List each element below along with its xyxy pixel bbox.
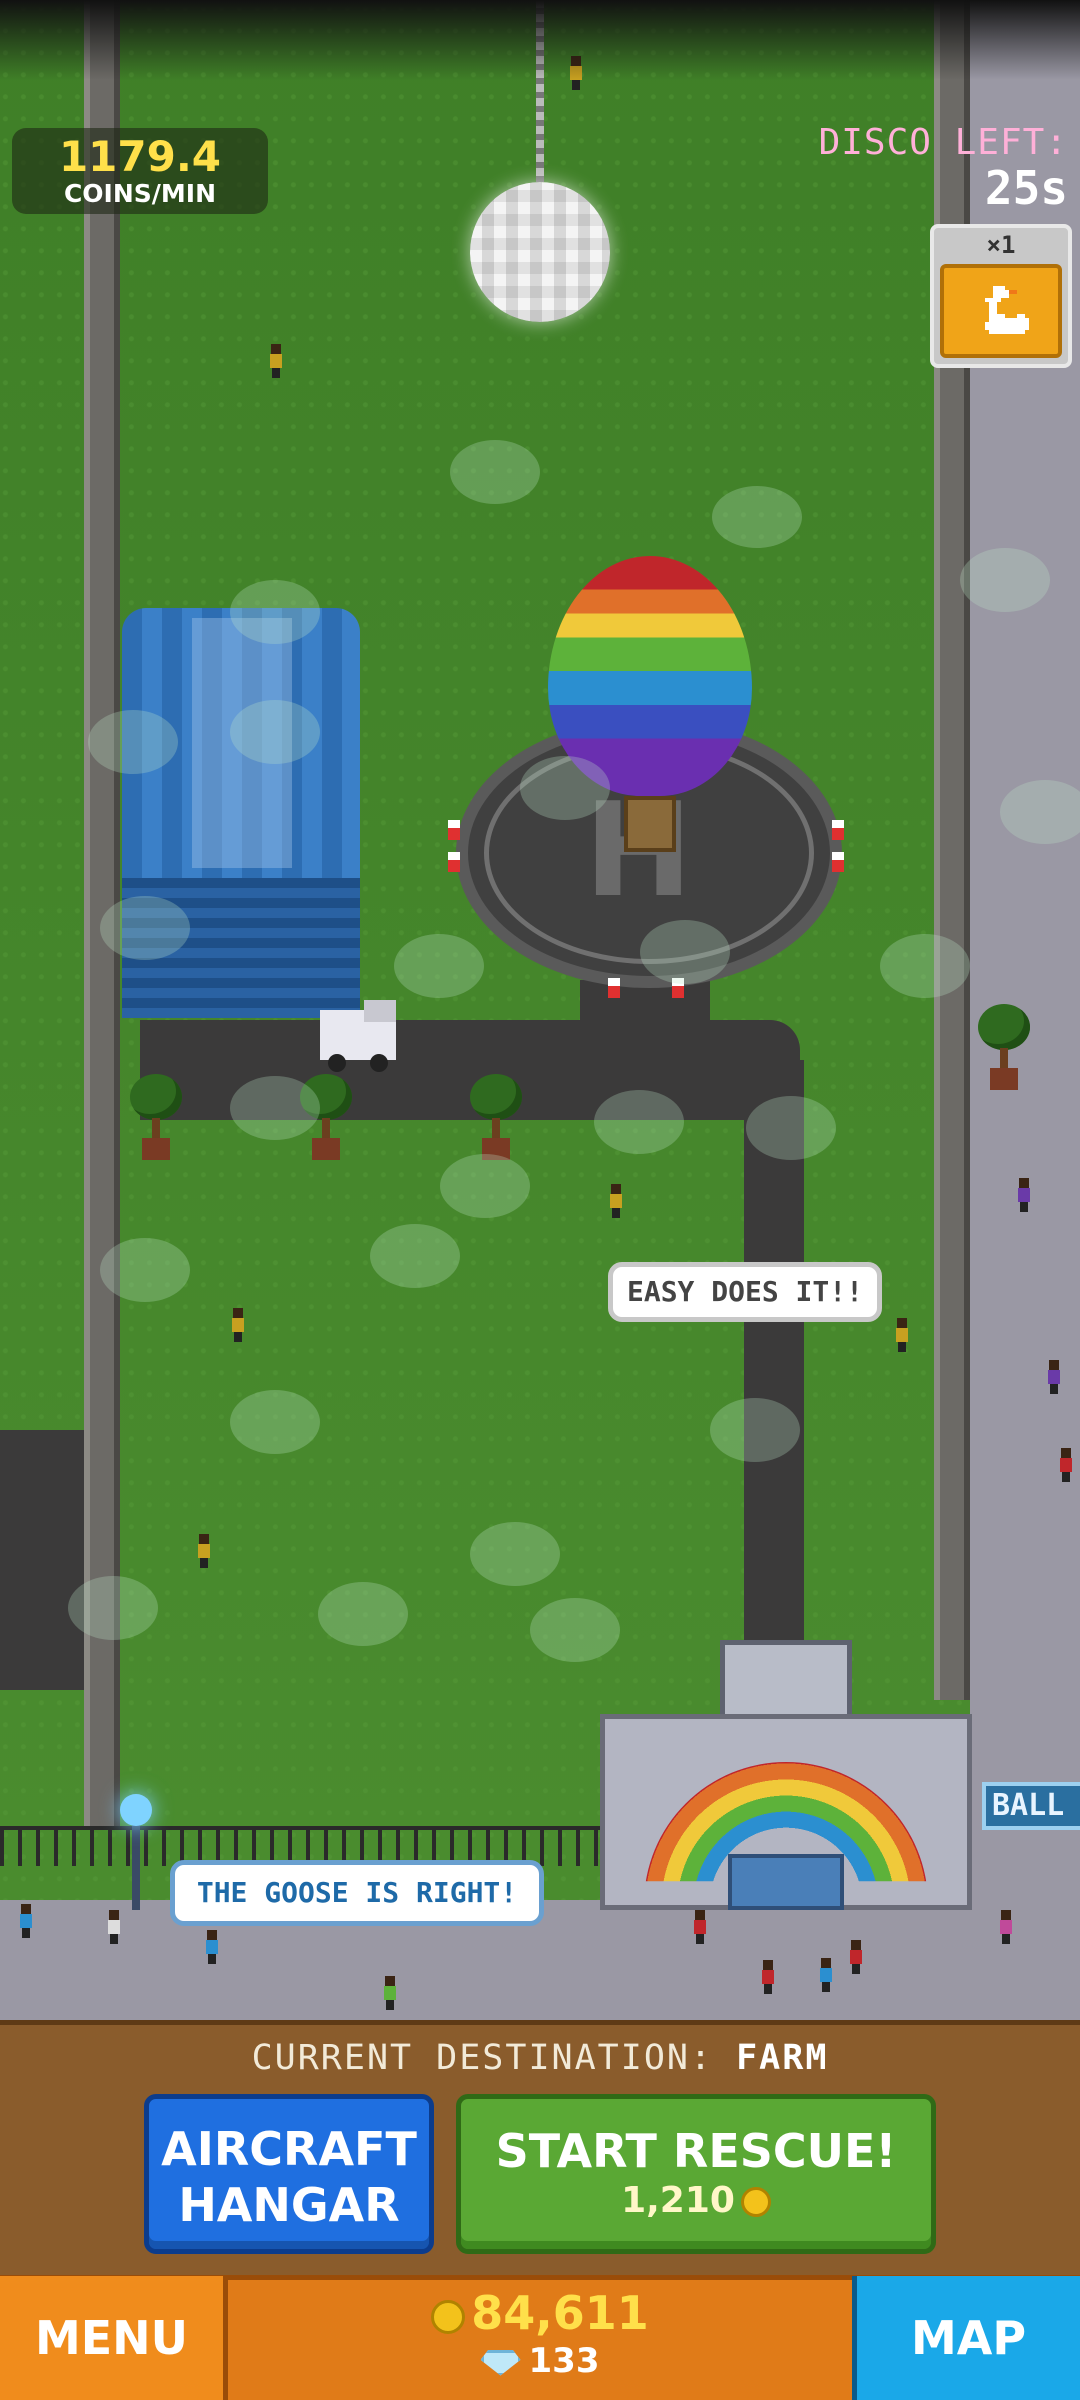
- goose-boost-card[interactable]: ×1: [930, 224, 1072, 368]
- goose-multiplier: ×1: [986, 231, 1016, 259]
- person: [384, 1976, 396, 2010]
- person: [232, 1308, 244, 1342]
- coin-balance-value: 84,611: [471, 2286, 649, 2340]
- person: [270, 344, 282, 378]
- disco-light-spot: [470, 1522, 560, 1586]
- start-rescue-button[interactable]: START RESCUE! 1,210: [456, 2094, 936, 2254]
- balloon-basket: [624, 796, 676, 852]
- coin-balance: 84,611: [240, 2286, 840, 2340]
- disco-light-spot: [100, 1238, 190, 1302]
- disco-light-spot: [230, 700, 320, 764]
- goose-icon: [985, 286, 1029, 334]
- disco-light-spot: [960, 548, 1050, 612]
- service-truck: [320, 1000, 396, 1072]
- ballroom-sign: BALL: [982, 1782, 1080, 1830]
- disco-light-spot: [530, 1598, 620, 1662]
- potted-tree: [978, 1004, 1030, 1094]
- speech-bubble-goose: THE GOOSE IS RIGHT!: [170, 1860, 544, 1926]
- disco-light-spot: [230, 1390, 320, 1454]
- terminal-doors: [728, 1854, 844, 1910]
- person: [206, 1930, 218, 1964]
- person: [1060, 1448, 1072, 1482]
- pad-light: [608, 978, 620, 998]
- gem-icon: [480, 2349, 521, 2376]
- person: [610, 1184, 622, 1218]
- start-rescue-label: START RESCUE!: [495, 2124, 897, 2178]
- coins-per-minute-display: 1179.4 COINS/MIN: [12, 128, 268, 214]
- game-view[interactable]: H BALL: [0, 0, 1080, 2020]
- destination-name: FARM: [736, 2038, 829, 2078]
- pad-light: [832, 852, 844, 872]
- disco-light-spot: [520, 756, 610, 820]
- rescue-terminal-building[interactable]: [600, 1640, 972, 1910]
- destination-label: CURRENT DESTINATION:: [251, 2038, 714, 2078]
- disco-timer-label: DISCO LEFT:: [818, 122, 1068, 163]
- disco-light-spot: [1000, 780, 1080, 844]
- disco-light-spot: [710, 1398, 800, 1462]
- disco-light-spot: [100, 896, 190, 960]
- person: [820, 1958, 832, 1992]
- disco-light-spot: [394, 934, 484, 998]
- currency-display: 84,611 133: [240, 2286, 840, 2382]
- potted-tree: [130, 1074, 182, 1164]
- terminal-tower: [720, 1640, 852, 1724]
- pad-light: [448, 820, 460, 840]
- person: [896, 1318, 908, 1352]
- top-shade: [0, 0, 1080, 80]
- disco-ball[interactable]: [470, 182, 610, 322]
- person: [198, 1534, 210, 1568]
- disco-light-spot: [440, 1154, 530, 1218]
- rescue-cost: 1,210: [461, 2179, 931, 2223]
- person: [1018, 1178, 1030, 1212]
- pad-connector: [580, 980, 710, 1040]
- disco-light-spot: [230, 580, 320, 644]
- left-road: [0, 1430, 84, 1690]
- disco-timer-value: 25s: [984, 161, 1068, 215]
- speech-bubble-easy: EASY DOES IT!!: [608, 1262, 882, 1322]
- street-lamp-light: [120, 1794, 152, 1826]
- potted-tree: [470, 1074, 522, 1164]
- gem-balance: 133: [240, 2340, 840, 2382]
- disco-light-spot: [318, 1582, 408, 1646]
- coins-per-minute-value: 1179.4: [58, 132, 222, 181]
- person: [694, 1910, 706, 1944]
- disco-light-spot: [640, 920, 730, 984]
- disco-light-spot: [594, 1090, 684, 1154]
- disco-light-spot: [746, 1096, 836, 1160]
- aircraft-hangar-button[interactable]: AIRCRAFT HANGAR: [144, 2094, 434, 2254]
- disco-light-spot: [370, 1224, 460, 1288]
- disco-light-spot: [450, 440, 540, 504]
- disco-timer: DISCO LEFT: 25s: [819, 122, 1068, 212]
- rescue-cost-value: 1,210: [621, 2180, 735, 2221]
- pad-light: [832, 820, 844, 840]
- disco-light-spot: [88, 710, 178, 774]
- hangar-button-line2: HANGAR: [178, 2178, 400, 2232]
- person: [1000, 1910, 1012, 1944]
- person: [1048, 1360, 1060, 1394]
- coin-icon: [431, 2299, 466, 2334]
- pad-light: [448, 852, 460, 872]
- coins-per-minute-label: COINS/MIN: [63, 179, 217, 208]
- disco-light-spot: [68, 1576, 158, 1640]
- person: [762, 1960, 774, 1994]
- goose-boost-button[interactable]: [940, 264, 1062, 358]
- disco-light-spot: [712, 486, 802, 548]
- gem-balance-value: 133: [528, 2341, 600, 2381]
- menu-button[interactable]: MENU: [0, 2276, 228, 2400]
- disco-light-spot: [880, 934, 970, 998]
- hangar-button-line1: AIRCRAFT: [161, 2122, 417, 2176]
- current-destination: CURRENT DESTINATION: FARM: [0, 2030, 1080, 2086]
- disco-light-spot: [230, 1076, 320, 1140]
- coin-icon: [740, 2187, 771, 2217]
- person: [850, 1940, 862, 1974]
- map-button[interactable]: MAP: [852, 2276, 1080, 2400]
- person: [20, 1904, 32, 1938]
- person: [108, 1910, 120, 1944]
